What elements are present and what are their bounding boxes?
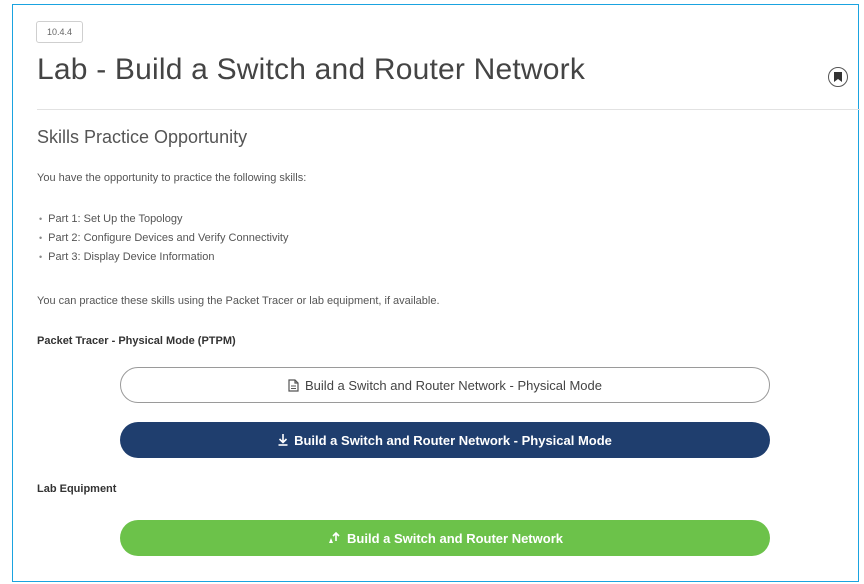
view-instructions-button[interactable]: Build a Switch and Router Network - Phys… bbox=[120, 367, 770, 403]
list-item: Part 1: Set Up the Topology bbox=[37, 210, 288, 229]
section-subtitle: Skills Practice Opportunity bbox=[37, 127, 248, 147]
download-ptpm-label: Build a Switch and Router Network - Phys… bbox=[294, 432, 612, 448]
section-number-badge: 10.4.4 bbox=[36, 21, 84, 43]
file-icon bbox=[288, 378, 299, 392]
bookmark-button[interactable] bbox=[828, 67, 848, 87]
lab-equipment-icon bbox=[327, 532, 341, 544]
practice-text: You can practice these skills using the … bbox=[37, 295, 440, 307]
page-title: Lab - Build a Switch and Router Network bbox=[37, 53, 586, 86]
lab-equipment-label: Lab Equipment bbox=[37, 483, 117, 495]
list-item: Part 3: Display Device Information bbox=[37, 248, 288, 267]
title-divider bbox=[37, 109, 860, 110]
content-frame: 10.4.4 Lab - Build a Switch and Router N… bbox=[12, 4, 860, 582]
bookmark-icon bbox=[834, 72, 842, 82]
ptpm-label: Packet Tracer - Physical Mode (PTPM) bbox=[37, 335, 236, 347]
intro-text: You have the opportunity to practice the… bbox=[37, 172, 307, 184]
skills-list: Part 1: Set Up the Topology Part 2: Conf… bbox=[37, 210, 288, 267]
list-item: Part 2: Configure Devices and Verify Con… bbox=[37, 229, 288, 248]
download-icon bbox=[278, 434, 288, 446]
view-instructions-label: Build a Switch and Router Network - Phys… bbox=[305, 377, 602, 393]
download-ptpm-button[interactable]: Build a Switch and Router Network - Phys… bbox=[120, 422, 770, 458]
lab-equipment-button[interactable]: Build a Switch and Router Network bbox=[120, 520, 770, 556]
lab-equipment-button-label: Build a Switch and Router Network bbox=[347, 530, 563, 546]
